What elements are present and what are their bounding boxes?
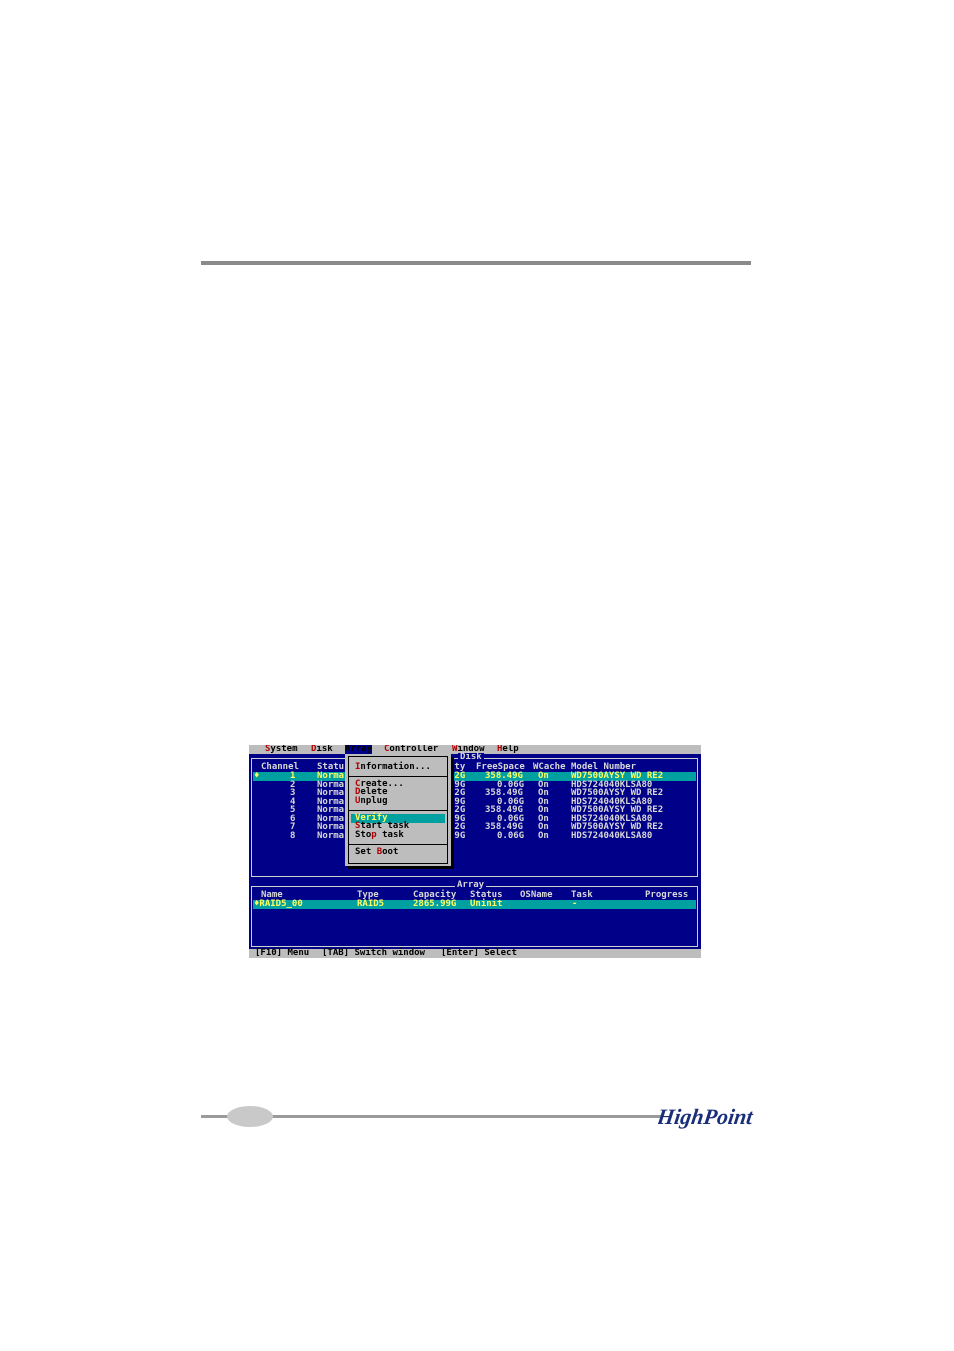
menu-separator bbox=[348, 776, 448, 777]
menu-item-set-boot[interactable]: Set Boot bbox=[351, 848, 445, 857]
menu-system[interactable]: System bbox=[265, 745, 298, 754]
page-number-oval bbox=[227, 1106, 273, 1127]
array-capacity: 2865.99G bbox=[413, 899, 457, 909]
menu-separator bbox=[348, 844, 448, 845]
array-row[interactable]: ♦RAID5_00 RAID5 2865.99G Uninit - bbox=[253, 900, 696, 909]
disk-panel: Disk Channel Statu ity FreeSpace WCache … bbox=[251, 753, 698, 877]
status-menu-hint: [F10] Menu bbox=[255, 948, 310, 958]
array-panel-title: Array bbox=[455, 880, 487, 890]
header-rule bbox=[201, 261, 751, 265]
logo-text: HighPoint bbox=[658, 1104, 754, 1129]
status-select-hint: [Enter] Select bbox=[441, 948, 517, 958]
menu-controller[interactable]: Controller bbox=[384, 745, 438, 754]
menu-item-information[interactable]: Information... bbox=[351, 763, 445, 772]
col-progress: Progress bbox=[645, 890, 689, 900]
array-name: ♦RAID5_00 bbox=[254, 899, 303, 909]
disk-status: Norma bbox=[317, 830, 345, 841]
disk-capacity: 49G bbox=[449, 830, 466, 841]
menu-separator bbox=[348, 810, 448, 811]
menu-help[interactable]: Help bbox=[497, 745, 519, 754]
raid-utility-screen: System Disk Array Controller Window Help… bbox=[249, 745, 701, 958]
disk-freespace: 0.06G bbox=[497, 830, 525, 841]
array-menu-dropdown: Information... Create... Delete Unplug V… bbox=[345, 754, 451, 866]
col-osname: OSName bbox=[520, 890, 553, 900]
array-status: Uninit bbox=[470, 899, 503, 909]
disk-row[interactable]: 8 Norma 49G 0.06G On HDS724040KLSA80 bbox=[253, 830, 696, 841]
array-task: - bbox=[572, 899, 578, 909]
array-type: RAID5 bbox=[357, 899, 385, 909]
disk-panel-title: Disk bbox=[458, 752, 484, 762]
menu-disk[interactable]: Disk bbox=[311, 745, 333, 754]
disk-model: HDS724040KLSA80 bbox=[571, 830, 653, 841]
status-bar: [F10] Menu [TAB] Switch window [Enter] S… bbox=[249, 949, 701, 958]
highpoint-logo: HighPoint bbox=[658, 1104, 754, 1129]
menu-item-unplug[interactable]: Unplug bbox=[351, 797, 445, 806]
disk-wcache: On bbox=[538, 830, 549, 841]
menu-array[interactable]: Array bbox=[345, 745, 373, 754]
disk-channel: 8 bbox=[290, 830, 296, 841]
menu-item-stop-task[interactable]: Stop task bbox=[351, 831, 445, 840]
array-panel: Array Name Type Capacity Status OSName T… bbox=[251, 881, 698, 947]
status-switch-hint: [TAB] Switch window bbox=[322, 948, 425, 958]
